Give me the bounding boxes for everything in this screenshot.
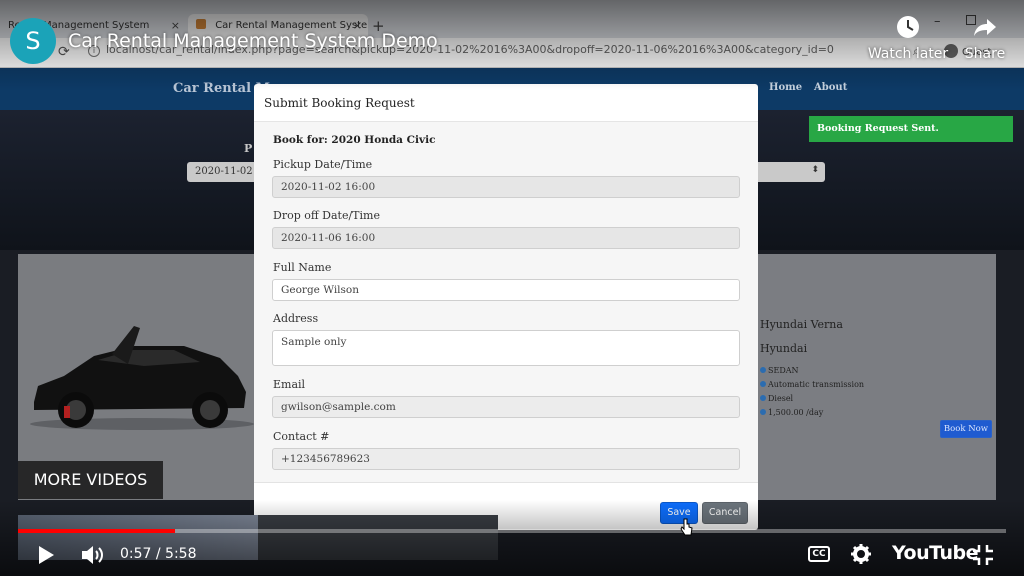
fullname-label: Full Name [273,261,332,274]
booking-sent-toast: Booking Request Sent. [809,116,1013,142]
progress-played [18,529,176,533]
mouse-cursor-icon [680,518,693,536]
address-label: Address [273,312,319,325]
pickup-label: Pickup Date/Time [273,158,373,171]
modal-header: Submit Booking Request [254,84,758,122]
bullet-icon [760,381,766,387]
address-field[interactable]: Sample only [272,330,740,366]
share-label: Share [964,46,1006,62]
pickup-field[interactable]: 2020-11-02 16:00 [272,176,740,198]
email-field[interactable]: gwilson@sample.com [272,396,740,418]
share-icon [974,19,996,36]
nav-about[interactable]: About [814,82,847,93]
contact-field[interactable]: +123456789623 [272,448,740,470]
contact-label: Contact # [273,430,330,443]
progress-bar[interactable] [18,529,1006,533]
filter-label: P [244,142,253,155]
watch-later-label: Watch later [867,46,949,62]
dropoff-label: Drop off Date/Time [273,209,380,222]
bullet-icon [760,367,766,373]
captions-icon[interactable]: CC [808,546,830,562]
more-videos-button[interactable]: MORE VIDEOS [18,461,163,499]
youtube-logo[interactable]: YouTube [892,542,978,564]
modal-title: Submit Booking Request [264,96,415,110]
bullet-icon [760,395,766,401]
select-caret-icon: ⬍ [811,165,819,175]
nav-home[interactable]: Home [769,82,802,93]
channel-avatar[interactable]: S [10,18,56,64]
modal-body: Book for: 2020 Honda Civic Pickup Date/T… [254,122,758,482]
car-card-right: Hyundai Verna Hyundai SEDAN Automatic tr… [758,254,996,500]
spec-type: SEDAN [760,366,799,375]
cancel-button[interactable]: Cancel [702,502,748,524]
dropoff-field[interactable]: 2020-11-06 16:00 [272,227,740,249]
fullname-field[interactable]: George Wilson [272,279,740,301]
clock-icon [897,16,919,38]
booking-modal: Submit Booking Request Book for: 2020 Ho… [254,84,758,530]
car-title: Hyundai Verna [760,318,843,331]
tag-icon [760,409,766,415]
spec-fuel: Diesel [760,394,793,403]
exit-fullscreen-icon[interactable] [972,544,994,566]
spec-transmission: Automatic transmission [760,380,864,389]
favicon-icon [196,19,206,29]
gear-icon[interactable] [850,543,872,565]
volume-icon[interactable] [80,543,106,567]
play-icon[interactable] [36,545,56,565]
car-image [30,326,254,430]
time-display: 0:57 / 5:58 [120,546,197,562]
watch-later-button[interactable]: Watch later [866,14,950,62]
car-brand: Hyundai [760,342,808,355]
share-button[interactable]: Share [958,14,1012,62]
spec-price: 1,500.00 /day [760,408,823,417]
book-for-label: Book for: 2020 Honda Civic [273,134,436,146]
book-now-button[interactable]: Book Now [940,420,992,438]
video-title[interactable]: Car Rental Management System Demo [68,30,438,52]
email-label: Email [273,378,306,391]
